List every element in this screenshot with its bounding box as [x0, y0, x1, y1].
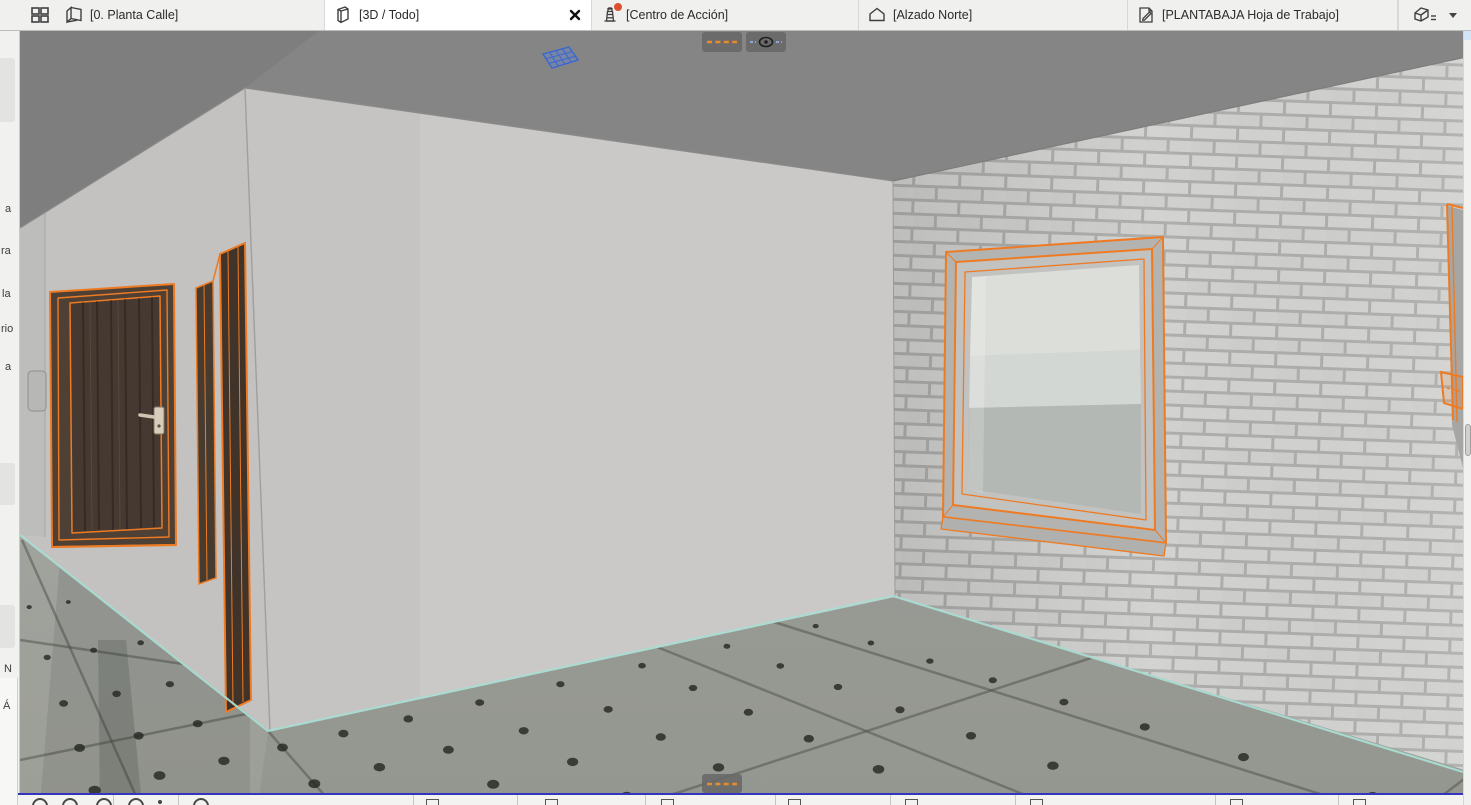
- elevation-icon: [867, 5, 887, 25]
- clipped-label: la: [2, 288, 11, 300]
- toolbar-button-partial[interactable]: [1030, 799, 1043, 805]
- toolbar-button-partial[interactable]: [426, 799, 439, 805]
- toolbar-button-partial[interactable]: [62, 798, 78, 805]
- orange-dashes-icon: [707, 780, 737, 788]
- marquee-toggle-button-bottom[interactable]: [702, 774, 742, 793]
- 3d-view-icon: [333, 5, 353, 25]
- tab-label: [Centro de Acción]: [626, 8, 728, 22]
- toolbar-divider: [113, 795, 114, 805]
- notification-dot: [614, 3, 622, 11]
- toolbar-button-partial[interactable]: [193, 798, 209, 805]
- tab-overview-button[interactable]: [24, 3, 56, 27]
- wall-switch[interactable]: [28, 371, 46, 411]
- toolbar-divider: [1015, 795, 1016, 805]
- chevron-down-icon: [1448, 11, 1458, 19]
- tab-alzado-norte[interactable]: [Alzado Norte]: [859, 0, 1128, 30]
- toolbar-button-partial[interactable]: [96, 798, 112, 805]
- worksheet-icon: [1136, 5, 1156, 25]
- toolbar-button-partial[interactable]: [1353, 799, 1366, 805]
- clipped-label: rio: [1, 323, 13, 335]
- tab-list-button[interactable]: [1398, 0, 1471, 30]
- bottom-toolbar[interactable]: [18, 793, 1463, 805]
- toolbar-button-partial[interactable]: [788, 799, 801, 805]
- visibility-toggle-button[interactable]: [746, 32, 786, 52]
- toolbar-divider: [1338, 795, 1339, 805]
- toolbar-button-partial[interactable]: [661, 799, 674, 805]
- vertical-scrollbar[interactable]: [1463, 30, 1471, 805]
- tab-bar: [0. Planta Calle] [3D / Todo]: [0, 0, 1471, 31]
- toolbar-divider: [890, 795, 891, 805]
- action-center-icon: [600, 5, 620, 25]
- 3d-viewport[interactable]: [0, 0, 1471, 805]
- tab-label: [PLANTABAJA Hoja de Trabajo]: [1162, 8, 1339, 22]
- clipped-button[interactable]: [0, 605, 15, 648]
- clipped-label: ra: [1, 245, 11, 257]
- selected-door[interactable]: [50, 284, 176, 547]
- panel-divider: [17, 678, 18, 805]
- left-panel-edge: a ra la rio a N Á: [0, 30, 20, 805]
- orange-dashes-icon: [707, 38, 737, 46]
- model-list-icon: [1412, 4, 1442, 26]
- toolbar-button-partial[interactable]: [158, 800, 162, 804]
- grid-overview-icon: [29, 4, 51, 26]
- toolbar-divider: [1215, 795, 1216, 805]
- toolbar-divider: [645, 795, 646, 805]
- clipped-label: N: [4, 663, 12, 675]
- toolbar-button-partial[interactable]: [32, 798, 48, 805]
- scrollbar-cap: [1464, 30, 1471, 40]
- marquee-toggle-button[interactable]: [702, 32, 742, 52]
- tab-planta-calle[interactable]: [0. Planta Calle]: [56, 0, 325, 30]
- tab-centro-accion[interactable]: [Centro de Acción]: [592, 0, 859, 30]
- tab-label: [0. Planta Calle]: [90, 8, 178, 22]
- toolbar-button-partial[interactable]: [128, 798, 144, 805]
- toolbar-divider: [775, 795, 776, 805]
- clipped-button[interactable]: [0, 58, 15, 122]
- archicad-window: [0. Planta Calle] [3D / Todo]: [0, 0, 1471, 805]
- scrollbar-thumb[interactable]: [1465, 424, 1471, 456]
- floor-plan-icon: [64, 5, 84, 25]
- toolbar-divider: [517, 795, 518, 805]
- selected-window[interactable]: [941, 237, 1166, 556]
- close-icon[interactable]: [567, 7, 583, 23]
- clipped-label: Á: [3, 700, 10, 712]
- clipped-label: a: [5, 203, 11, 215]
- toolbar-divider: [413, 795, 414, 805]
- toolbar-button-partial[interactable]: [545, 799, 558, 805]
- clipped-button[interactable]: [0, 463, 15, 505]
- tab-plantabaja-worksheet[interactable]: [PLANTABAJA Hoja de Trabajo]: [1128, 0, 1398, 30]
- clipped-label: a: [5, 361, 11, 373]
- eye-icon: [749, 34, 783, 50]
- tab-label: [Alzado Norte]: [893, 8, 972, 22]
- toolbar-button-partial[interactable]: [905, 799, 918, 805]
- clipped-panel-section: [0, 678, 17, 805]
- tab-label: [3D / Todo]: [359, 8, 419, 22]
- toolbar-button-partial[interactable]: [1230, 799, 1243, 805]
- tab-3d-todo[interactable]: [3D / Todo]: [325, 0, 592, 30]
- toolbar-divider: [178, 795, 179, 805]
